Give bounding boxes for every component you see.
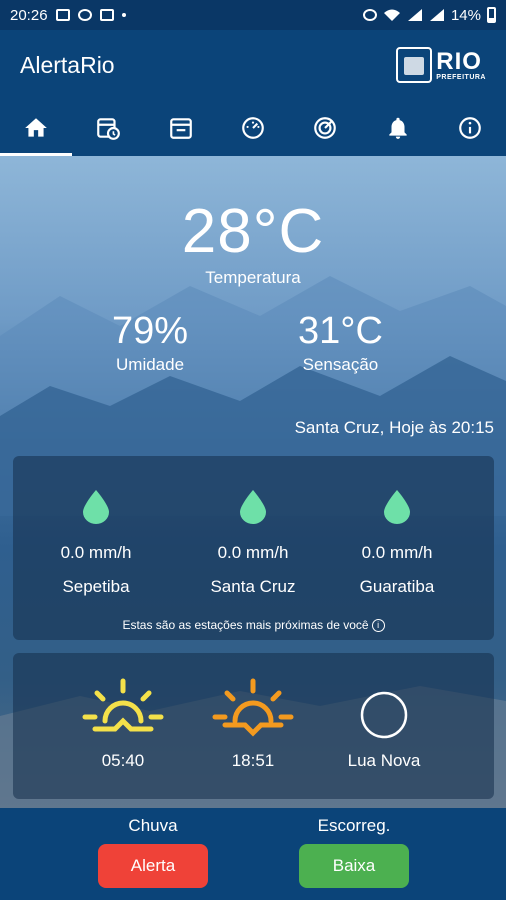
feels-like-block: 31°C Sensação bbox=[298, 310, 383, 375]
home-icon bbox=[25, 118, 47, 137]
tab-alerts[interactable] bbox=[361, 100, 433, 156]
tab-info[interactable] bbox=[434, 100, 506, 156]
rain-station: 0.0 mm/h Santa Cruz bbox=[173, 490, 333, 597]
mail-icon bbox=[55, 9, 70, 21]
rain-card: 0.0 mm/h Sepetiba 0.0 mm/h Santa Cruz 0.… bbox=[13, 456, 494, 640]
info-icon bbox=[458, 117, 481, 139]
rain-station: 0.0 mm/h Guaratiba bbox=[317, 490, 477, 597]
tab-home[interactable] bbox=[0, 100, 73, 156]
landslide-level-button[interactable]: Baixa bbox=[299, 844, 409, 888]
notification-dot-icon bbox=[121, 13, 126, 17]
moon-block: Lua Nova bbox=[334, 677, 434, 771]
rain-value: 0.0 mm/h bbox=[361, 543, 433, 562]
rain-note: Estas são as estações mais próximas de v… bbox=[13, 618, 494, 632]
rain-station-name: Sepetiba bbox=[62, 577, 130, 596]
bottom-status-bar: Chuva Alerta Escorreg. Baixa bbox=[0, 808, 506, 900]
app-title: AlertaRio bbox=[20, 51, 115, 78]
station-time: Santa Cruz, Hoje às 20:15 bbox=[294, 418, 494, 437]
humidity-label: Umidade bbox=[116, 355, 185, 374]
calendar-icon bbox=[169, 118, 192, 139]
sun-moon-card: 05:40 18:51 Lua Nova bbox=[13, 653, 494, 799]
moon-phase: Lua Nova bbox=[347, 751, 421, 770]
wifi-icon bbox=[383, 9, 400, 21]
landslide-status: Escorreg. Baixa bbox=[299, 816, 409, 888]
sunset-time: 18:51 bbox=[231, 751, 275, 770]
sunrise-icon bbox=[82, 678, 164, 732]
humidity-value: 79% bbox=[112, 310, 189, 352]
sunrise-time: 05:40 bbox=[101, 751, 145, 770]
sunrise-block: 05:40 bbox=[73, 677, 173, 771]
alarm-icon bbox=[362, 9, 377, 21]
temperature-label: Temperatura bbox=[205, 268, 301, 287]
battery-icon bbox=[487, 7, 496, 23]
sunset-block: 18:51 bbox=[203, 677, 303, 771]
rain-station-name: Guaratiba bbox=[359, 577, 435, 596]
rain-drop-icon bbox=[240, 490, 266, 524]
signal-icon bbox=[407, 9, 422, 21]
rain-status: Chuva Alerta bbox=[98, 816, 208, 888]
info-small-icon[interactable]: i bbox=[371, 619, 385, 632]
temperature-value: 28°C bbox=[181, 197, 325, 266]
main-content: 28°C Temperatura 79% Umidade 31°C Sensaç… bbox=[0, 156, 506, 808]
rain-station-name: Santa Cruz bbox=[210, 577, 296, 596]
new-moon-icon bbox=[360, 691, 408, 739]
rain-drop-icon bbox=[384, 490, 410, 524]
rain-drop-icon bbox=[83, 490, 109, 524]
rain-value: 0.0 mm/h bbox=[60, 543, 132, 562]
battery-percent: 14% bbox=[450, 6, 481, 24]
calendar-clock-icon bbox=[97, 118, 121, 140]
status-bar: 20:26 14% bbox=[0, 0, 506, 30]
bell-icon bbox=[388, 117, 407, 139]
rain-station: 0.0 mm/h Sepetiba bbox=[16, 490, 176, 597]
landslide-status-label: Escorreg. bbox=[317, 816, 391, 835]
logo-big-text: RIO bbox=[436, 47, 482, 75]
tab-radar[interactable] bbox=[289, 100, 361, 156]
gauge-icon bbox=[242, 117, 264, 139]
logo-small-text: PREFEITURA bbox=[436, 73, 486, 81]
rain-note-text: Estas são as estações mais próximas de v… bbox=[122, 617, 369, 632]
prefeitura-logo: RIO PREFEITURA bbox=[396, 47, 486, 83]
app-bar: AlertaRio RIO PREFEITURA bbox=[0, 30, 506, 100]
tab-gauge[interactable] bbox=[217, 100, 289, 156]
rain-value: 0.0 mm/h bbox=[217, 543, 289, 562]
signal-2-icon bbox=[429, 9, 444, 21]
tab-calendar[interactable] bbox=[145, 100, 217, 156]
rain-alert-button[interactable]: Alerta bbox=[98, 844, 208, 888]
sunset-icon bbox=[212, 678, 294, 737]
rain-status-label: Chuva bbox=[128, 816, 178, 835]
tab-forecast[interactable] bbox=[72, 100, 144, 156]
status-time: 20:26 bbox=[10, 6, 48, 24]
humidity-block: 79% Umidade bbox=[112, 310, 188, 375]
sync-icon bbox=[77, 9, 92, 21]
rio-crest-icon bbox=[396, 47, 433, 83]
feels-like-value: 31°C bbox=[298, 310, 383, 352]
radar-icon bbox=[314, 117, 337, 139]
youtube-icon bbox=[99, 9, 114, 21]
feels-like-label: Sensação bbox=[302, 355, 379, 374]
tab-bar bbox=[0, 100, 506, 156]
